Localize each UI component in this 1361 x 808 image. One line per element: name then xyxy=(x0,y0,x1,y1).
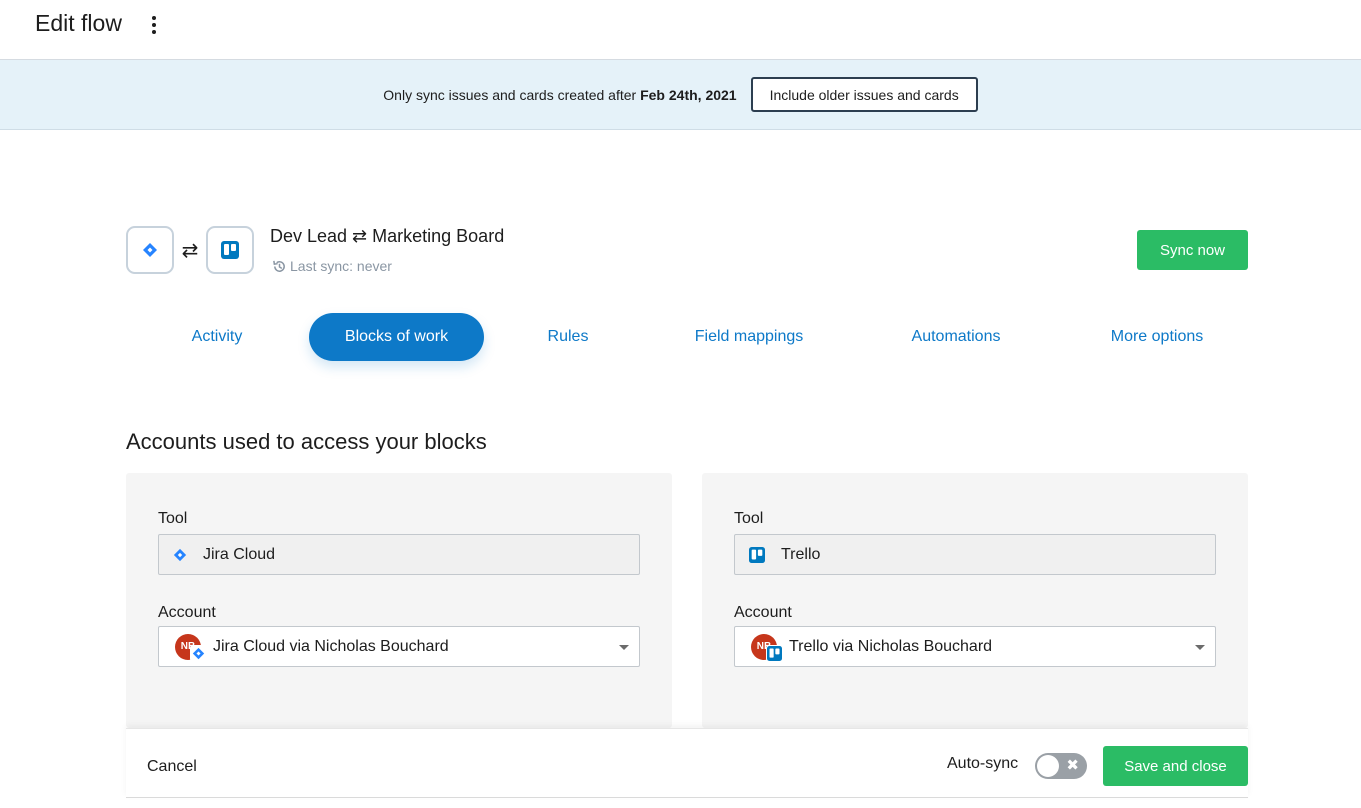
toggle-knob xyxy=(1037,755,1059,777)
trello-tool-box xyxy=(206,226,254,274)
avatar: NB xyxy=(173,632,209,662)
jira-icon xyxy=(173,548,187,561)
tab-automations[interactable]: Automations xyxy=(898,313,1014,361)
tab-more-options[interactable]: More options xyxy=(1098,313,1216,361)
trello-icon xyxy=(749,546,765,563)
include-older-button[interactable]: Include older issues and cards xyxy=(750,77,978,112)
tab-bar: Activity Blocks of work Rules Field mapp… xyxy=(126,313,1248,363)
trello-account-panel: Tool Trello Account NB Trello via Nichol… xyxy=(702,473,1248,728)
account-value: Jira Cloud via Nicholas Bouchard xyxy=(213,637,449,655)
auto-sync-label: Auto-sync xyxy=(947,755,1019,772)
section-title: Accounts used to access your blocks xyxy=(126,429,487,454)
top-bar: Edit flow xyxy=(0,0,1361,60)
tab-field-mappings[interactable]: Field mappings xyxy=(684,313,814,361)
swap-icon: ⇄ xyxy=(181,240,199,262)
banner-date: Feb 24th, 2021 xyxy=(640,86,737,103)
trello-icon xyxy=(221,241,239,259)
close-icon: ✖ xyxy=(1066,757,1079,774)
flow-header: ⇄ Dev Lead ⇄ Marketing Board Last sync: … xyxy=(126,226,1248,276)
chevron-down-icon[interactable] xyxy=(1195,645,1205,650)
account-label: Account xyxy=(734,604,792,621)
tool-field: Jira Cloud xyxy=(158,534,640,575)
jira-badge-icon xyxy=(190,644,207,662)
sync-date-banner: Only sync issues and cards created after… xyxy=(0,60,1361,130)
tool-label: Tool xyxy=(158,510,188,527)
avatar: NB xyxy=(749,632,785,662)
account-value: Trello via Nicholas Bouchard xyxy=(789,637,993,655)
banner-text: Only sync issues and cards created after… xyxy=(383,87,736,103)
auto-sync-toggle[interactable]: ✖ xyxy=(1035,753,1087,779)
flow-name: Dev Lead ⇄ Marketing Board xyxy=(270,226,505,246)
trello-badge-icon xyxy=(766,644,783,662)
page-title: Edit flow xyxy=(35,10,122,36)
footer-bar: Cancel Auto-sync ✖ Save and close xyxy=(126,728,1248,798)
account-label: Account xyxy=(158,604,216,621)
cancel-button[interactable]: Cancel xyxy=(147,758,197,776)
account-select[interactable]: NB Trello via Nicholas Bouchard xyxy=(734,626,1216,667)
jira-tool-box xyxy=(126,226,174,274)
tab-activity[interactable]: Activity xyxy=(170,313,264,361)
tool-value: Trello xyxy=(781,545,821,563)
tool-label: Tool xyxy=(734,510,764,527)
last-sync-status: Last sync: never xyxy=(272,258,392,274)
tool-value: Jira Cloud xyxy=(203,545,276,563)
history-icon xyxy=(273,260,285,272)
sync-now-button[interactable]: Sync now xyxy=(1137,230,1248,270)
tab-rules[interactable]: Rules xyxy=(528,313,608,361)
account-select[interactable]: NB Jira Cloud via Nicholas Bouchard xyxy=(158,626,640,667)
kebab-menu-icon[interactable] xyxy=(146,13,162,37)
last-sync-text: Last sync: never xyxy=(290,258,392,274)
jira-account-panel: Tool Jira Cloud Account NB Jira Cloud vi… xyxy=(126,473,672,728)
jira-icon xyxy=(143,243,157,257)
tool-field: Trello xyxy=(734,534,1216,575)
tab-blocks-of-work[interactable]: Blocks of work xyxy=(309,313,484,361)
banner-text-prefix: Only sync issues and cards created after xyxy=(383,86,641,103)
chevron-down-icon[interactable] xyxy=(619,645,629,650)
save-and-close-button[interactable]: Save and close xyxy=(1103,746,1248,786)
